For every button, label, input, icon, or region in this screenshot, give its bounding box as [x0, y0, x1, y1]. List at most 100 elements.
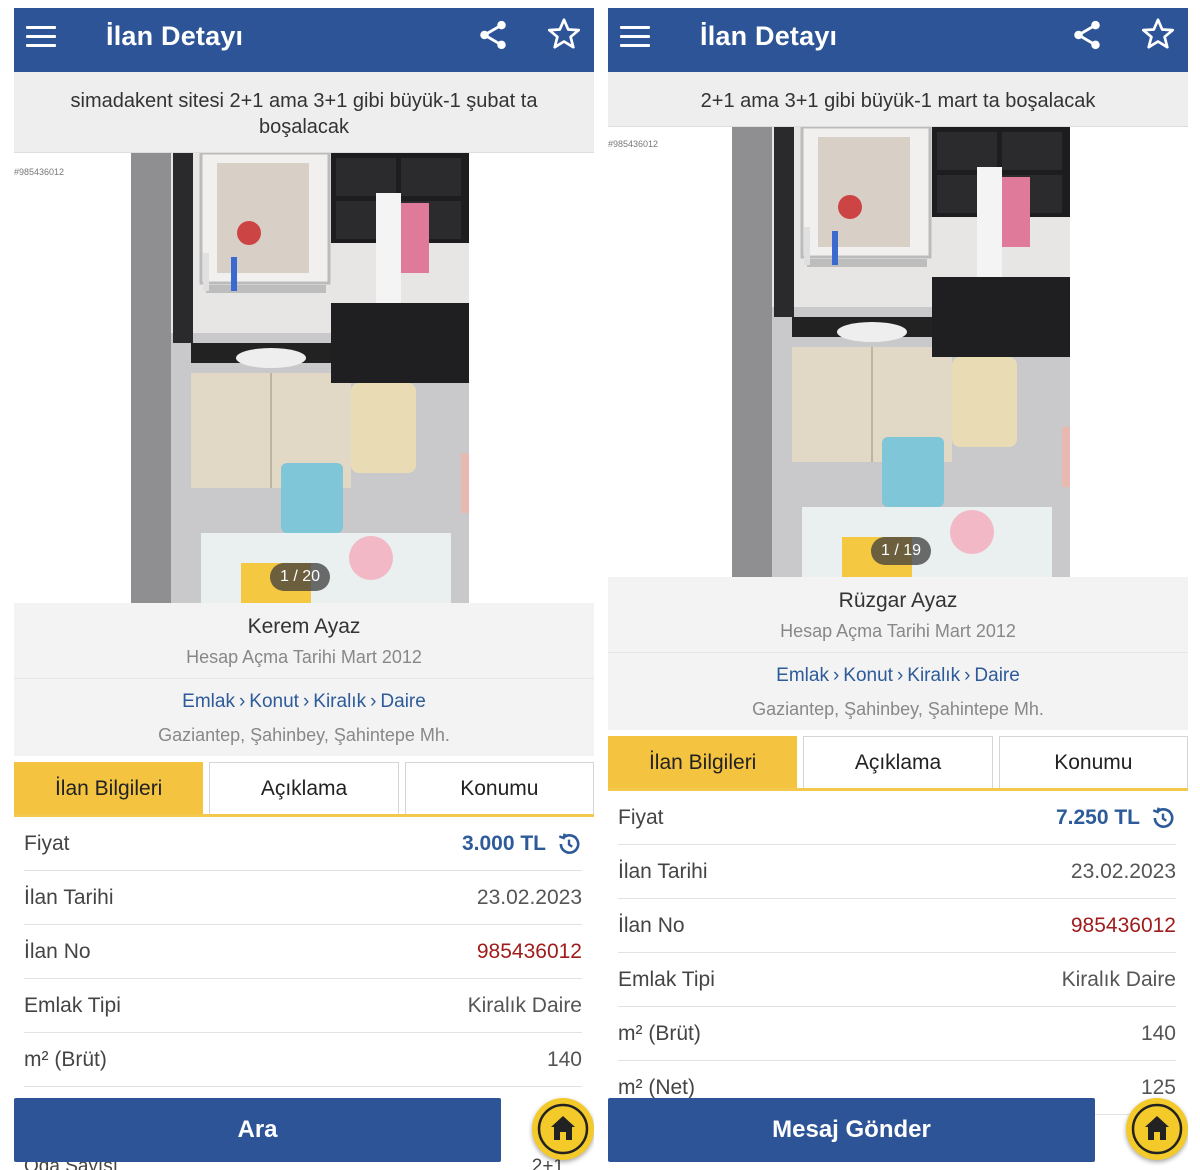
page-title: İlan Detayı — [700, 21, 838, 51]
breadcrumb-emlak[interactable]: Emlak — [182, 691, 235, 712]
breadcrumb-konut[interactable]: Konut — [843, 665, 893, 686]
info-row-ad-no: İlan No 985436012 — [24, 925, 582, 979]
row-value: 3.000 TL — [462, 831, 582, 857]
info-list: Fiyat 7.250 TL İlan Tarihi 23.02.2023 İl… — [608, 791, 1188, 1115]
info-row-type: Emlak Tipi Kiralık Daire — [24, 979, 582, 1033]
info-row-ad-no: İlan No 985436012 — [618, 899, 1176, 953]
row-key: Fiyat — [618, 805, 664, 829]
row-key: Emlak Tipi — [24, 993, 121, 1017]
row-value: 23.02.2023 — [1070, 859, 1176, 883]
row-key: İlan No — [618, 913, 685, 937]
row-value: 985436012 — [476, 939, 582, 963]
app-bar: İlan Detayı — [14, 8, 594, 72]
info-row-date: İlan Tarihi 23.02.2023 — [618, 845, 1176, 899]
ad-id-watermark: #985436012 — [14, 167, 65, 177]
page-title: İlan Detayı — [106, 21, 244, 51]
tab-konumu[interactable]: Konumu — [404, 762, 594, 814]
photo-counter: 1 / 19 — [870, 537, 932, 565]
seller-name[interactable]: Kerem Ayaz — [14, 615, 594, 639]
screen-1: İlan Detayı simadakent sitesi 2+1 ama 3+… — [14, 8, 594, 1170]
row-key: Emlak Tipi — [618, 967, 715, 991]
tab-ilan-bilgileri[interactable]: İlan Bilgileri — [14, 762, 204, 814]
row-value: Kiralık Daire — [467, 993, 582, 1017]
row-key: m² (Brüt) — [618, 1021, 701, 1045]
screen-2: İlan Detayı 2+1 ama 3+1 gibi büyük-1 mar… — [608, 8, 1188, 1170]
ad-id-watermark: #985436012 — [608, 139, 659, 149]
breadcrumb: Emlak › Konut › Kiralık › Daire — [14, 691, 594, 713]
tab-bar: İlan Bilgileri Açıklama Konumu — [608, 730, 1188, 791]
category-section: Emlak › Konut › Kiralık › Daire Gaziantep, Şah… — [608, 653, 1188, 730]
breadcrumb-sep: › — [238, 691, 246, 712]
share-icon[interactable] — [476, 18, 510, 52]
listing-photo[interactable]: 1 / 19 — [732, 127, 1070, 577]
photo-gallery[interactable]: #985436012 — [608, 127, 1188, 577]
tab-aciklama[interactable]: Açıklama — [209, 762, 399, 814]
row-value: 23.02.2023 — [476, 885, 582, 909]
info-row-gross-area: m² (Brüt) 140 — [618, 1007, 1176, 1061]
send-message-button[interactable]: Mesaj Gönder — [608, 1098, 1095, 1162]
info-row-price: Fiyat 3.000 TL — [24, 817, 582, 871]
breadcrumb-konut[interactable]: Konut — [249, 691, 299, 712]
price-value: 7.250 TL — [1055, 805, 1140, 829]
breadcrumb-sep: › — [370, 691, 377, 712]
share-icon[interactable] — [1070, 18, 1104, 52]
breadcrumb-kiralik[interactable]: Kiralık — [907, 665, 960, 686]
listing-title: simadakent sitesi 2+1 ama 3+1 gibi büyük… — [14, 72, 594, 153]
row-value: 985436012 — [1070, 913, 1176, 937]
call-button[interactable]: Ara — [14, 1098, 501, 1162]
row-value: 140 — [1140, 1021, 1176, 1045]
home-fab-button[interactable] — [532, 1098, 594, 1160]
history-icon[interactable] — [556, 831, 582, 857]
photo-gallery[interactable]: #985436012 — [14, 153, 594, 603]
breadcrumb-daire[interactable]: Daire — [380, 691, 425, 712]
row-value: 125 — [1140, 1075, 1176, 1099]
breadcrumb: Emlak › Konut › Kiralık › Daire — [608, 665, 1188, 687]
seller-since: Hesap Açma Tarihi Mart 2012 — [780, 621, 1016, 641]
listing-title: 2+1 ama 3+1 gibi büyük-1 mart ta boşalac… — [608, 72, 1188, 127]
row-value: 140 — [546, 1047, 582, 1071]
row-key: İlan Tarihi — [24, 885, 114, 909]
row-key: m² (Net) — [618, 1075, 695, 1099]
row-key: Fiyat — [24, 831, 70, 855]
category-section: Emlak › Konut › Kiralık › Daire Gaziantep, Şah… — [14, 679, 594, 756]
seller-info: Kerem Ayaz Hesap Açma Tarihi Mart 2012 — [14, 603, 594, 679]
tab-konumu[interactable]: Konumu — [998, 736, 1188, 788]
row-key: m² (Brüt) — [24, 1047, 107, 1071]
location: Gaziantep, Şahinbey, Şahintepe Mh. — [752, 699, 1044, 719]
breadcrumb-kiralik[interactable]: Kiralık — [313, 691, 366, 712]
row-key: İlan No — [24, 939, 91, 963]
home-icon — [537, 1103, 589, 1155]
tab-ilan-bilgileri[interactable]: İlan Bilgileri — [608, 736, 798, 788]
info-row-price: Fiyat 7.250 TL — [618, 791, 1176, 845]
home-icon — [1131, 1103, 1183, 1155]
home-fab-button[interactable] — [1126, 1098, 1188, 1160]
tab-aciklama[interactable]: Açıklama — [803, 736, 993, 788]
row-value: Kiralık Daire — [1061, 967, 1176, 991]
breadcrumb-sep: › — [964, 665, 971, 686]
history-icon[interactable] — [1150, 805, 1176, 831]
info-row-type: Emlak Tipi Kiralık Daire — [618, 953, 1176, 1007]
star-outline-icon[interactable] — [546, 16, 582, 52]
location: Gaziantep, Şahinbey, Şahintepe Mh. — [158, 725, 450, 745]
price-value: 3.000 TL — [461, 831, 546, 855]
breadcrumb-sep: › — [832, 665, 840, 686]
breadcrumb-emlak[interactable]: Emlak — [776, 665, 829, 686]
app-bar: İlan Detayı — [608, 8, 1188, 72]
breadcrumb-sep: › — [302, 691, 310, 712]
hamburger-icon[interactable] — [620, 22, 650, 48]
row-value: 7.250 TL — [1056, 805, 1176, 831]
star-outline-icon[interactable] — [1140, 16, 1176, 52]
info-row-gross-area: m² (Brüt) 140 — [24, 1033, 582, 1087]
listing-photo[interactable]: 1 / 20 — [131, 153, 469, 603]
seller-since: Hesap Açma Tarihi Mart 2012 — [186, 647, 422, 667]
tab-bar: İlan Bilgileri Açıklama Konumu — [14, 756, 594, 817]
breadcrumb-daire[interactable]: Daire — [974, 665, 1019, 686]
seller-info: Rüzgar Ayaz Hesap Açma Tarihi Mart 2012 — [608, 577, 1188, 653]
hamburger-icon[interactable] — [26, 22, 56, 48]
breadcrumb-sep: › — [896, 665, 904, 686]
row-key: İlan Tarihi — [618, 859, 708, 883]
info-row-date: İlan Tarihi 23.02.2023 — [24, 871, 582, 925]
seller-name[interactable]: Rüzgar Ayaz — [608, 589, 1188, 613]
info-list: Fiyat 3.000 TL İlan Tarihi 23.02.2023 İl… — [14, 817, 594, 1087]
photo-counter: 1 / 20 — [269, 563, 331, 591]
